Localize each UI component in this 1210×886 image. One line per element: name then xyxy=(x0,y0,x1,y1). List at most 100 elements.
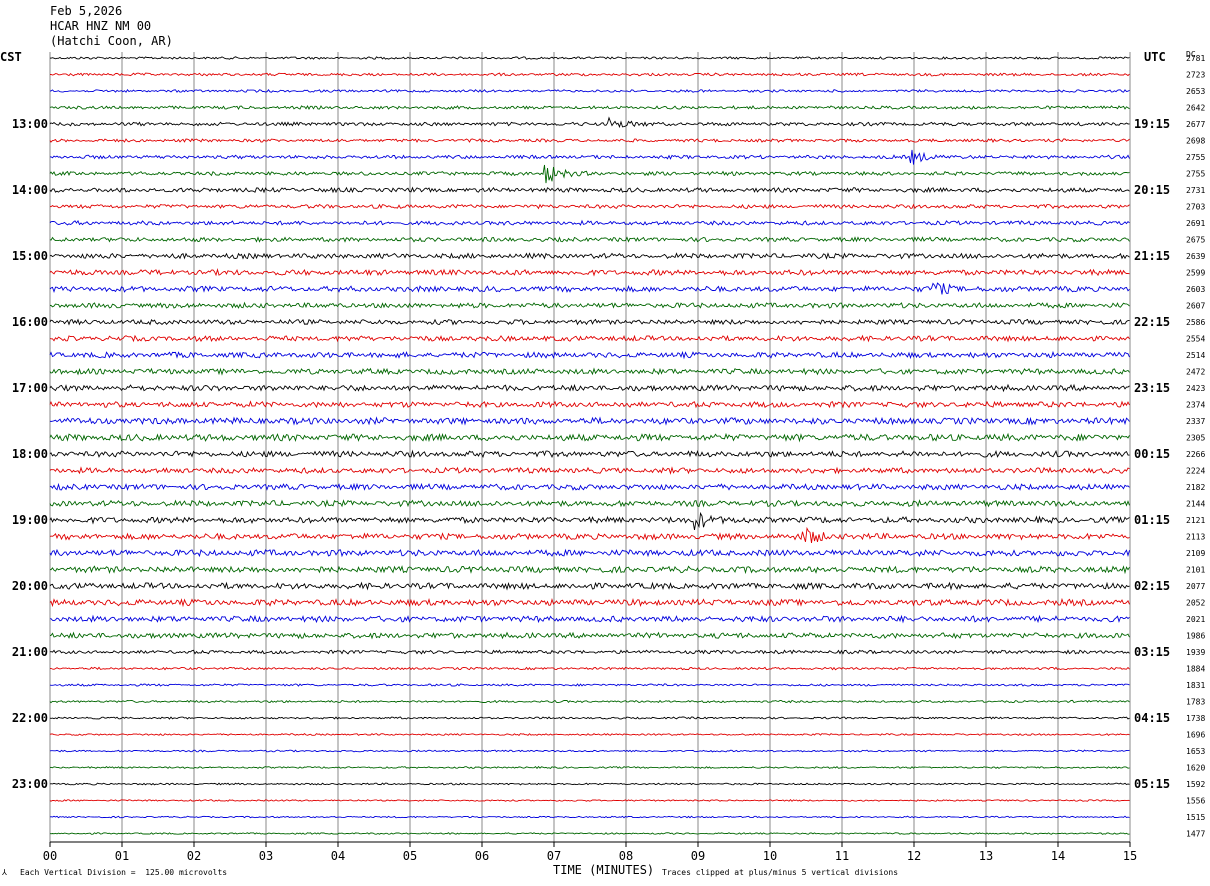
dc-offset-label: 2182 xyxy=(1186,483,1205,492)
x-tick-label: 14 xyxy=(1051,849,1065,863)
seismic-trace xyxy=(49,56,1130,60)
x-tick-label: 04 xyxy=(331,849,345,863)
seismic-trace xyxy=(49,89,1130,93)
dc-offset-label: 2109 xyxy=(1186,549,1205,558)
dc-offset-label: 2698 xyxy=(1186,137,1205,146)
utc-hour-label: 23:15 xyxy=(1134,381,1170,395)
seismic-trace xyxy=(49,138,1130,143)
seismic-trace xyxy=(49,749,1130,753)
seismic-trace xyxy=(49,252,1130,260)
seismic-trace xyxy=(49,432,1130,443)
seismic-trace xyxy=(49,105,1130,110)
cst-hour-label: 18:00 xyxy=(12,447,48,461)
dc-offset-label: 1986 xyxy=(1186,632,1205,641)
dc-offset-label: 2755 xyxy=(1186,153,1205,162)
utc-hour-label: 02:15 xyxy=(1134,579,1170,593)
seismic-trace xyxy=(49,149,1130,165)
seismic-trace xyxy=(49,164,1130,184)
seismic-trace xyxy=(49,548,1130,558)
seismic-trace xyxy=(49,318,1130,326)
cst-hour-label: 19:00 xyxy=(12,513,48,527)
x-tick-label: 07 xyxy=(547,849,561,863)
x-tick-label: 09 xyxy=(691,849,705,863)
dc-offset-label: 2603 xyxy=(1186,285,1205,294)
dc-offset-label: 1783 xyxy=(1186,698,1205,707)
dc-offset-label: 2703 xyxy=(1186,203,1205,212)
seismic-trace xyxy=(49,449,1130,458)
dc-offset-label: 1592 xyxy=(1186,780,1205,789)
utc-hour-label: 01:15 xyxy=(1134,513,1170,527)
dc-offset-label: 2113 xyxy=(1186,533,1205,542)
seismic-trace xyxy=(49,581,1130,591)
dc-offset-label: 2305 xyxy=(1186,434,1205,443)
dc-offset-label: 2337 xyxy=(1186,417,1205,426)
utc-hour-label: 04:15 xyxy=(1134,711,1170,725)
seismic-trace xyxy=(49,482,1130,491)
cst-hour-label: 13:00 xyxy=(12,117,48,131)
dc-offset-label: 1653 xyxy=(1186,747,1205,756)
dc-offset-label: 2144 xyxy=(1186,500,1205,509)
dc-offset-label: 2224 xyxy=(1186,467,1205,476)
dc-offset-label: 2691 xyxy=(1186,219,1205,228)
seismic-trace xyxy=(49,350,1130,360)
cst-hour-label: 16:00 xyxy=(12,315,48,329)
cst-hour-label: 21:00 xyxy=(12,645,48,659)
dc-offset-label: 2731 xyxy=(1186,186,1205,195)
cst-hour-label: 14:00 xyxy=(12,183,48,197)
x-tick-label: 02 xyxy=(187,849,201,863)
seismic-trace xyxy=(49,765,1130,770)
seismic-trace xyxy=(49,203,1130,210)
seismic-trace xyxy=(49,400,1130,409)
dc-offset-label: 1620 xyxy=(1186,764,1205,773)
utc-hour-label: 21:15 xyxy=(1134,249,1170,263)
seismic-trace xyxy=(49,334,1130,343)
seismic-trace xyxy=(49,186,1130,194)
dc-offset-label: 1939 xyxy=(1186,648,1205,657)
dc-offset-label: 2723 xyxy=(1186,71,1205,80)
seismic-trace xyxy=(49,268,1130,277)
cst-hour-label: 20:00 xyxy=(12,579,48,593)
utc-hour-label: 22:15 xyxy=(1134,315,1170,329)
dc-offset-label: 2675 xyxy=(1186,236,1205,245)
seismic-trace xyxy=(49,466,1130,475)
seismic-trace xyxy=(49,116,1130,129)
dc-offset-label: 2021 xyxy=(1186,615,1205,624)
utc-hour-label: 03:15 xyxy=(1134,645,1170,659)
seismic-trace xyxy=(49,782,1130,786)
dc-offset-label: 2077 xyxy=(1186,582,1205,591)
dc-offset-label: 2052 xyxy=(1186,599,1205,608)
dc-offset-label: 2755 xyxy=(1186,170,1205,179)
dc-offset-label: 2599 xyxy=(1186,269,1205,278)
dc-offset-label: 1515 xyxy=(1186,813,1205,822)
seismic-trace xyxy=(49,699,1130,704)
dc-offset-label: 1556 xyxy=(1186,797,1205,806)
x-tick-label: 06 xyxy=(475,849,489,863)
utc-hour-label: 05:15 xyxy=(1134,777,1170,791)
seismic-trace xyxy=(49,815,1130,819)
dc-offset-label: 2266 xyxy=(1186,450,1205,459)
seismic-trace xyxy=(49,282,1130,295)
x-tick-label: 08 xyxy=(619,849,633,863)
seismic-trace xyxy=(49,666,1130,671)
seismic-trace xyxy=(49,511,1130,530)
dc-offset-label: 2781 xyxy=(1186,54,1205,63)
dc-offset-label: 1884 xyxy=(1186,665,1205,674)
utc-hour-label: 00:15 xyxy=(1134,447,1170,461)
x-tick-label: 03 xyxy=(259,849,273,863)
dc-offset-label: 2607 xyxy=(1186,302,1205,311)
seismic-trace xyxy=(49,367,1130,376)
x-tick-label: 13 xyxy=(979,849,993,863)
seismic-trace xyxy=(49,383,1130,393)
seismic-trace xyxy=(49,416,1130,426)
dc-offset-label: 2472 xyxy=(1186,368,1205,377)
utc-hour-label: 19:15 xyxy=(1134,117,1170,131)
x-tick-label: 11 xyxy=(835,849,849,863)
dc-offset-label: 2653 xyxy=(1186,87,1205,96)
cst-hour-label: 22:00 xyxy=(12,711,48,725)
seismic-trace xyxy=(49,597,1130,608)
seismic-trace xyxy=(49,565,1130,575)
x-tick-label: 10 xyxy=(763,849,777,863)
seismic-trace xyxy=(49,733,1130,737)
x-tick-label: 05 xyxy=(403,849,417,863)
dc-offset-label: 1696 xyxy=(1186,731,1205,740)
